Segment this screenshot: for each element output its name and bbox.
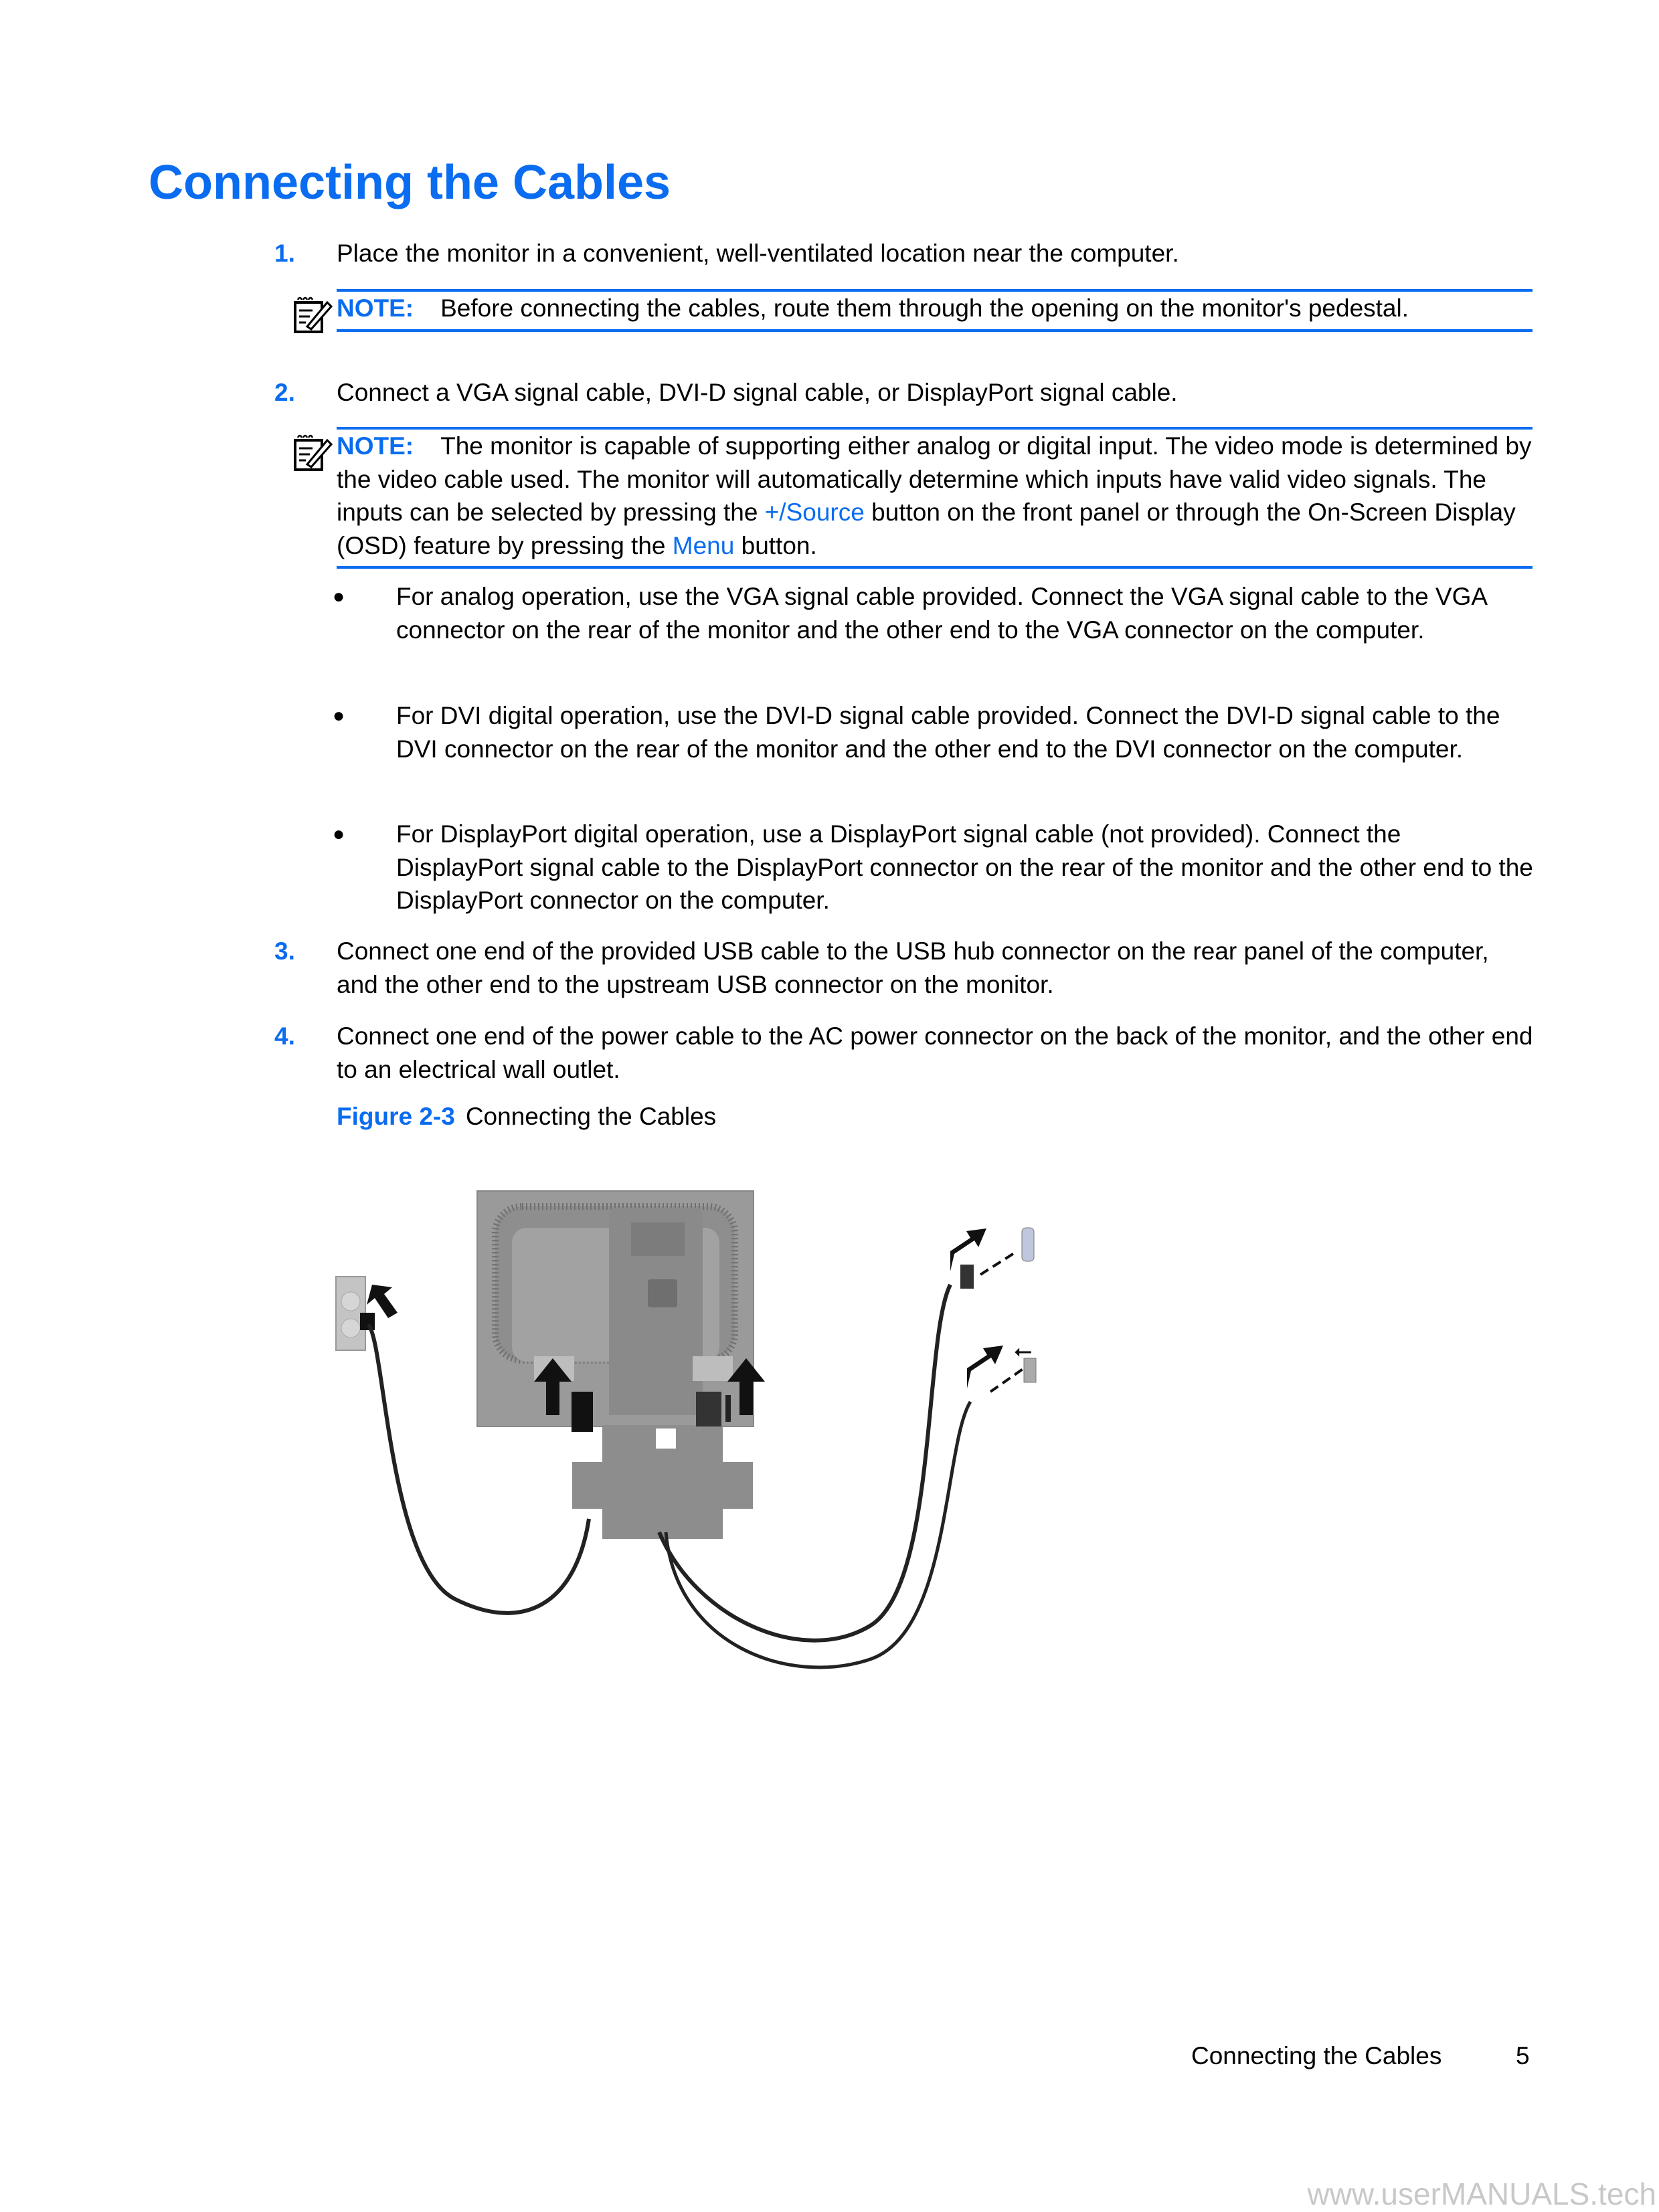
step-number: 4. (274, 1022, 295, 1050)
step-text: Connect one end of the power cable to th… (337, 1022, 1533, 1083)
note-label: NOTE: (337, 294, 414, 322)
note-pad-pencil-icon (294, 296, 333, 333)
vga-port-icon (1021, 1227, 1035, 1262)
menu-button-name: Menu (672, 531, 735, 559)
note-label: NOTE: (337, 432, 414, 460)
step-text: Place the monitor in a convenient, well-… (337, 240, 1179, 267)
page-number: 5 (1516, 2042, 1530, 2069)
arrow-icon (967, 1346, 1003, 1388)
step-number: 1. (274, 240, 295, 267)
usb-port-icon (1023, 1358, 1037, 1383)
step-text: Connect a VGA signal cable, DVI-D signal… (337, 379, 1178, 406)
note-box: NOTE: Before connecting the cables, route… (294, 289, 1533, 333)
bullet-text: For DVI digital operation, use the DVI-D… (396, 702, 1500, 763)
bullet-icon: ● (333, 705, 345, 727)
step-number: 2. (274, 379, 295, 406)
note-box: NOTE: The monitor is capable of supportin… (294, 427, 1533, 569)
note-text: button. (734, 531, 817, 559)
bullet-text: For DisplayPort digital operation, use a… (396, 820, 1533, 914)
footer-section-title: Connecting the Cables (1191, 2042, 1442, 2069)
step-text: Connect one end of the provided USB cabl… (337, 937, 1489, 998)
page-title: Connecting the Cables (149, 156, 671, 209)
cable-connection-illustration: ⭠ (335, 1190, 1037, 1669)
bullet-icon: ● (333, 823, 345, 845)
figure-caption: Figure 2-3 Connecting the Cables (337, 1103, 716, 1131)
bullet-icon: ● (333, 585, 345, 608)
figure-label: Figure 2-3 (337, 1103, 455, 1130)
watermark: www.userMANUALS.tech (1307, 2177, 1657, 2211)
step-number: 3. (274, 937, 295, 965)
note-pad-pencil-icon (294, 434, 333, 471)
bullet-text: For analog operation, use the VGA signal… (396, 583, 1487, 644)
source-button-name: +/Source (764, 498, 865, 526)
figure-caption-text: Connecting the Cables (465, 1103, 717, 1130)
note-text: Before connecting the cables, route them… (440, 294, 1409, 322)
